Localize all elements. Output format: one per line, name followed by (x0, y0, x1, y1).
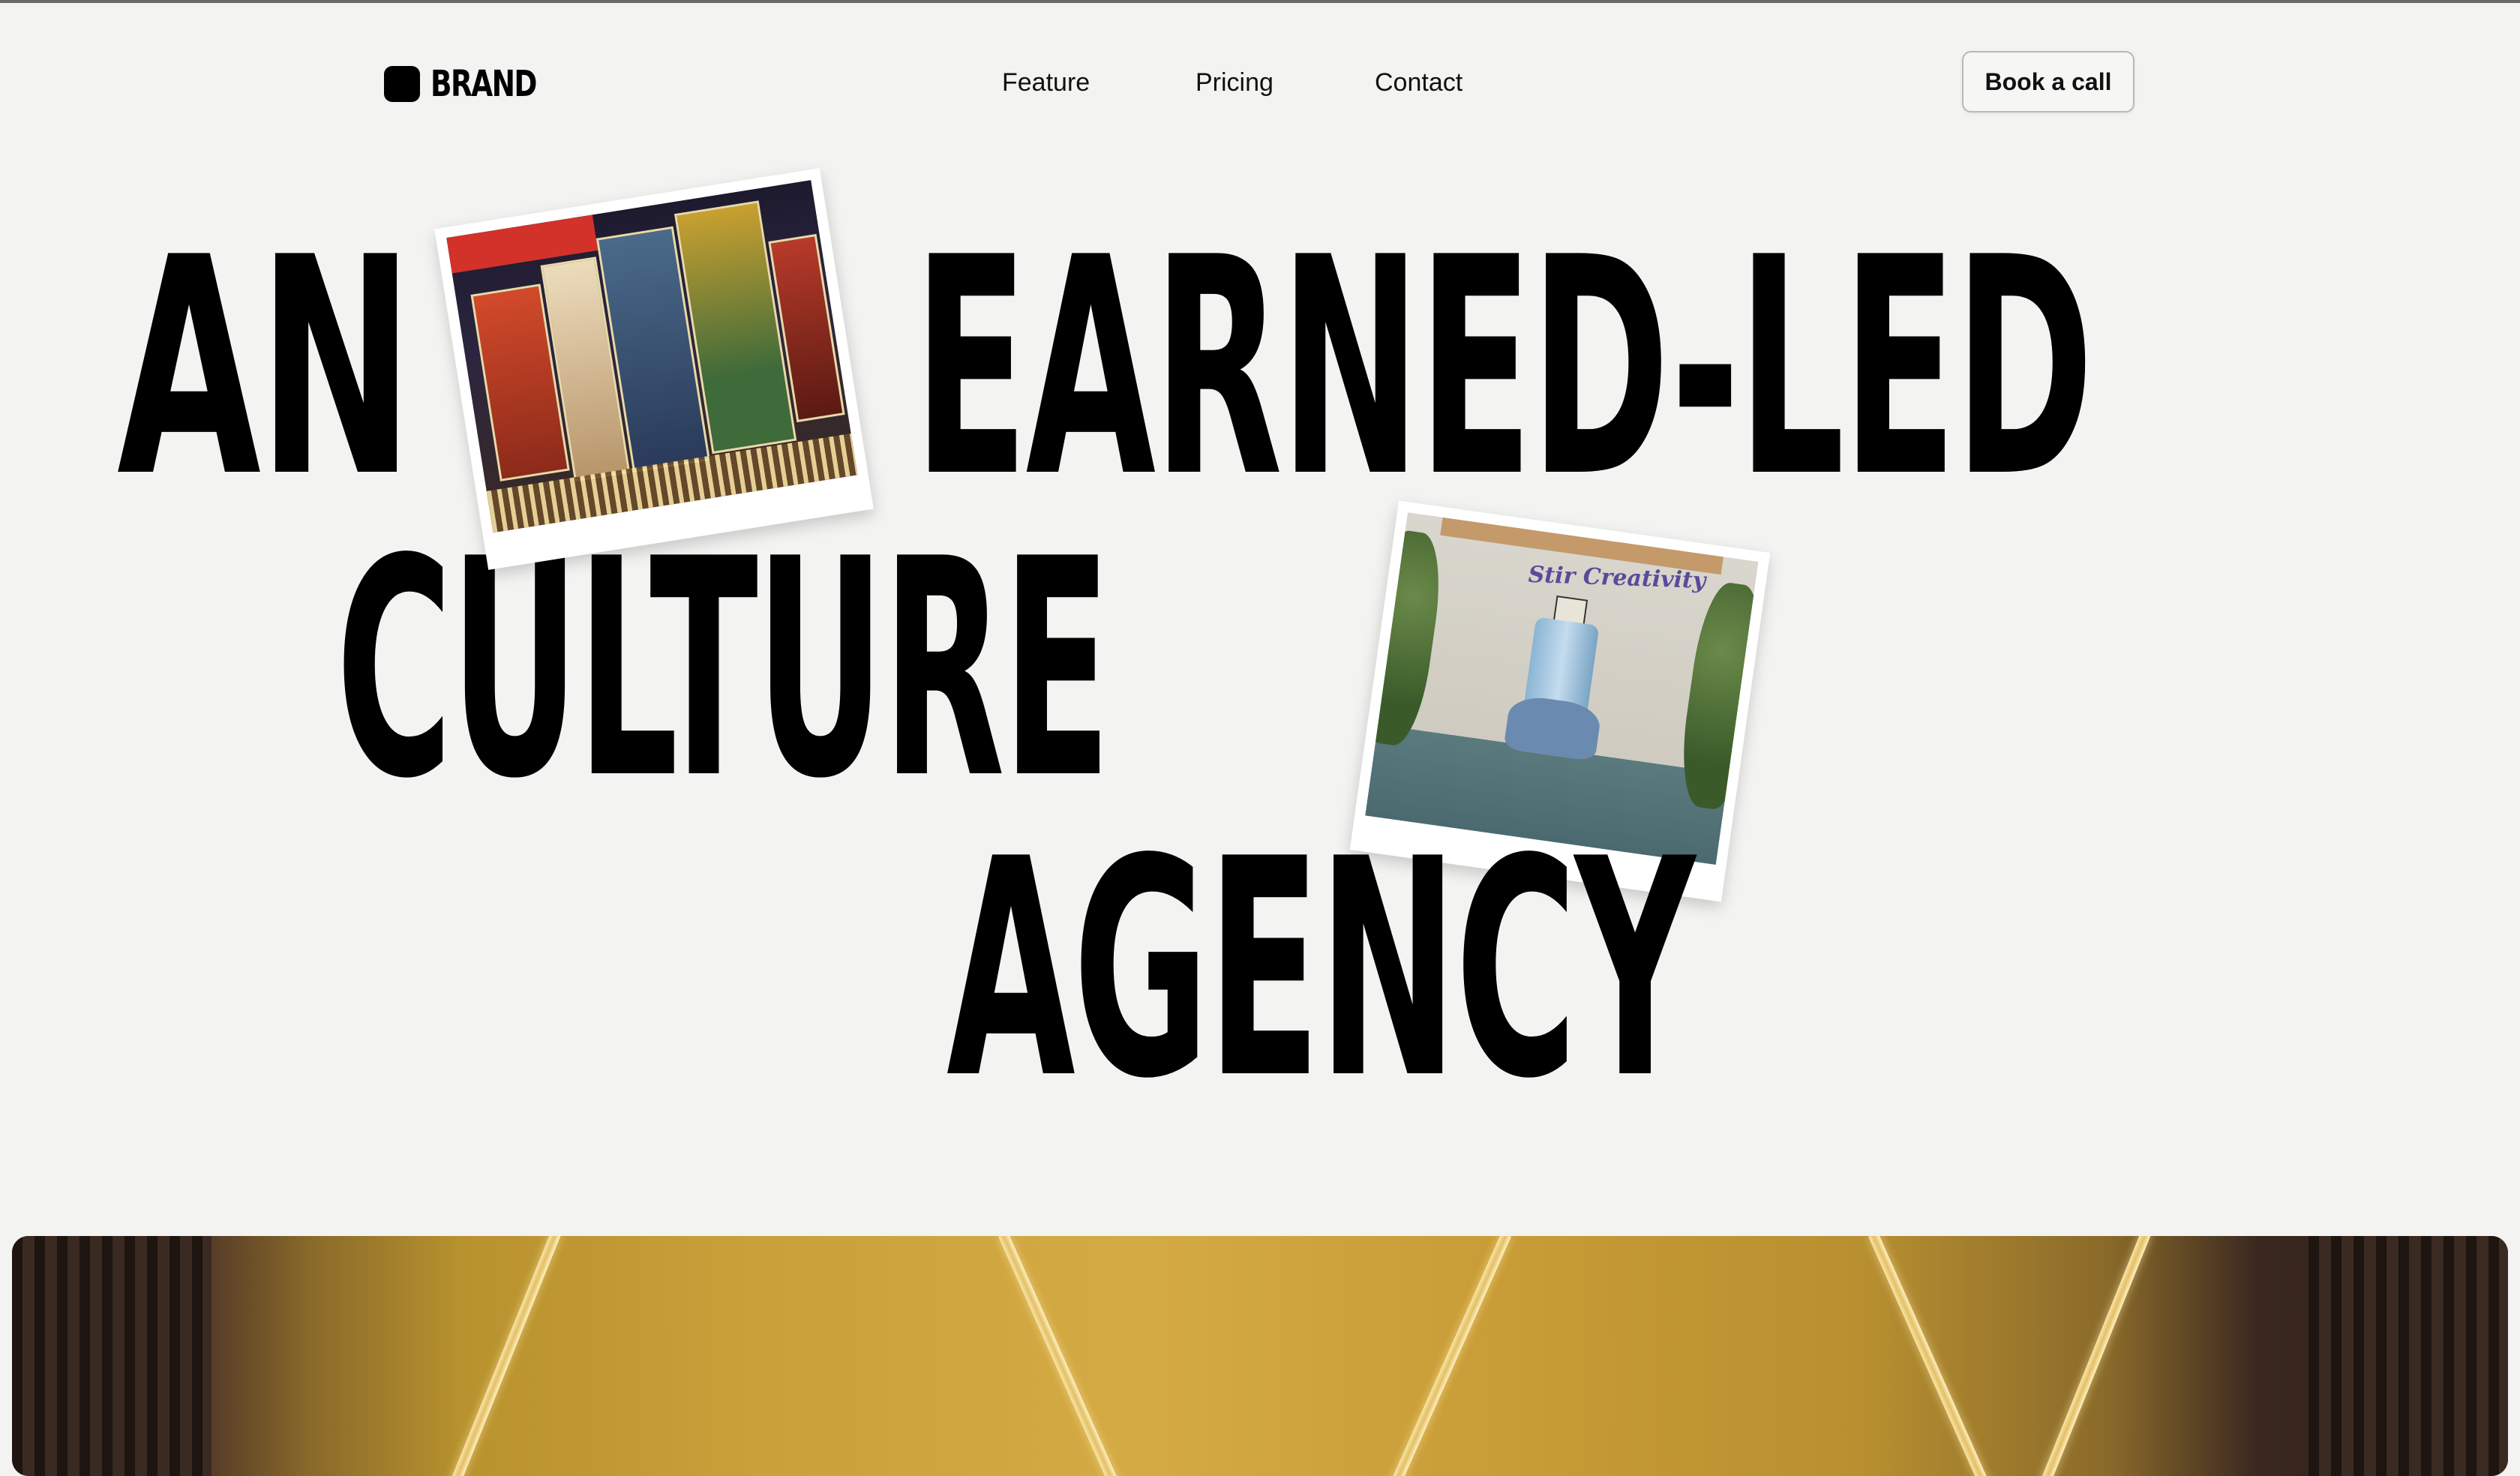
photo-broadway-billboards (434, 168, 874, 570)
nav-link-contact[interactable]: Contact (1375, 64, 1462, 100)
headline-word-culture: CULTURE (336, 496, 1111, 844)
nav-link-feature[interactable]: Feature (1002, 64, 1090, 100)
curtain-right (2308, 1236, 2508, 1476)
logo-mark-icon (384, 66, 420, 102)
top-border (0, 0, 2520, 3)
nav-link-pricing[interactable]: Pricing (1196, 64, 1274, 100)
headline-word-earned-led: EARNED-LED (914, 194, 2094, 543)
hero-stage-image (12, 1236, 2508, 1476)
curtain-left (12, 1236, 212, 1476)
brand-logo[interactable]: BRAND (384, 63, 566, 105)
headline-word-an: AN (117, 194, 414, 543)
wall-ad-text: Stir Creativity (1528, 561, 1706, 594)
billboards-image (446, 180, 858, 533)
brand-name: BRAND (430, 63, 538, 105)
headline-word-agency: AGENCY (946, 796, 1696, 1144)
book-call-button[interactable]: Book a call (1962, 51, 2134, 112)
